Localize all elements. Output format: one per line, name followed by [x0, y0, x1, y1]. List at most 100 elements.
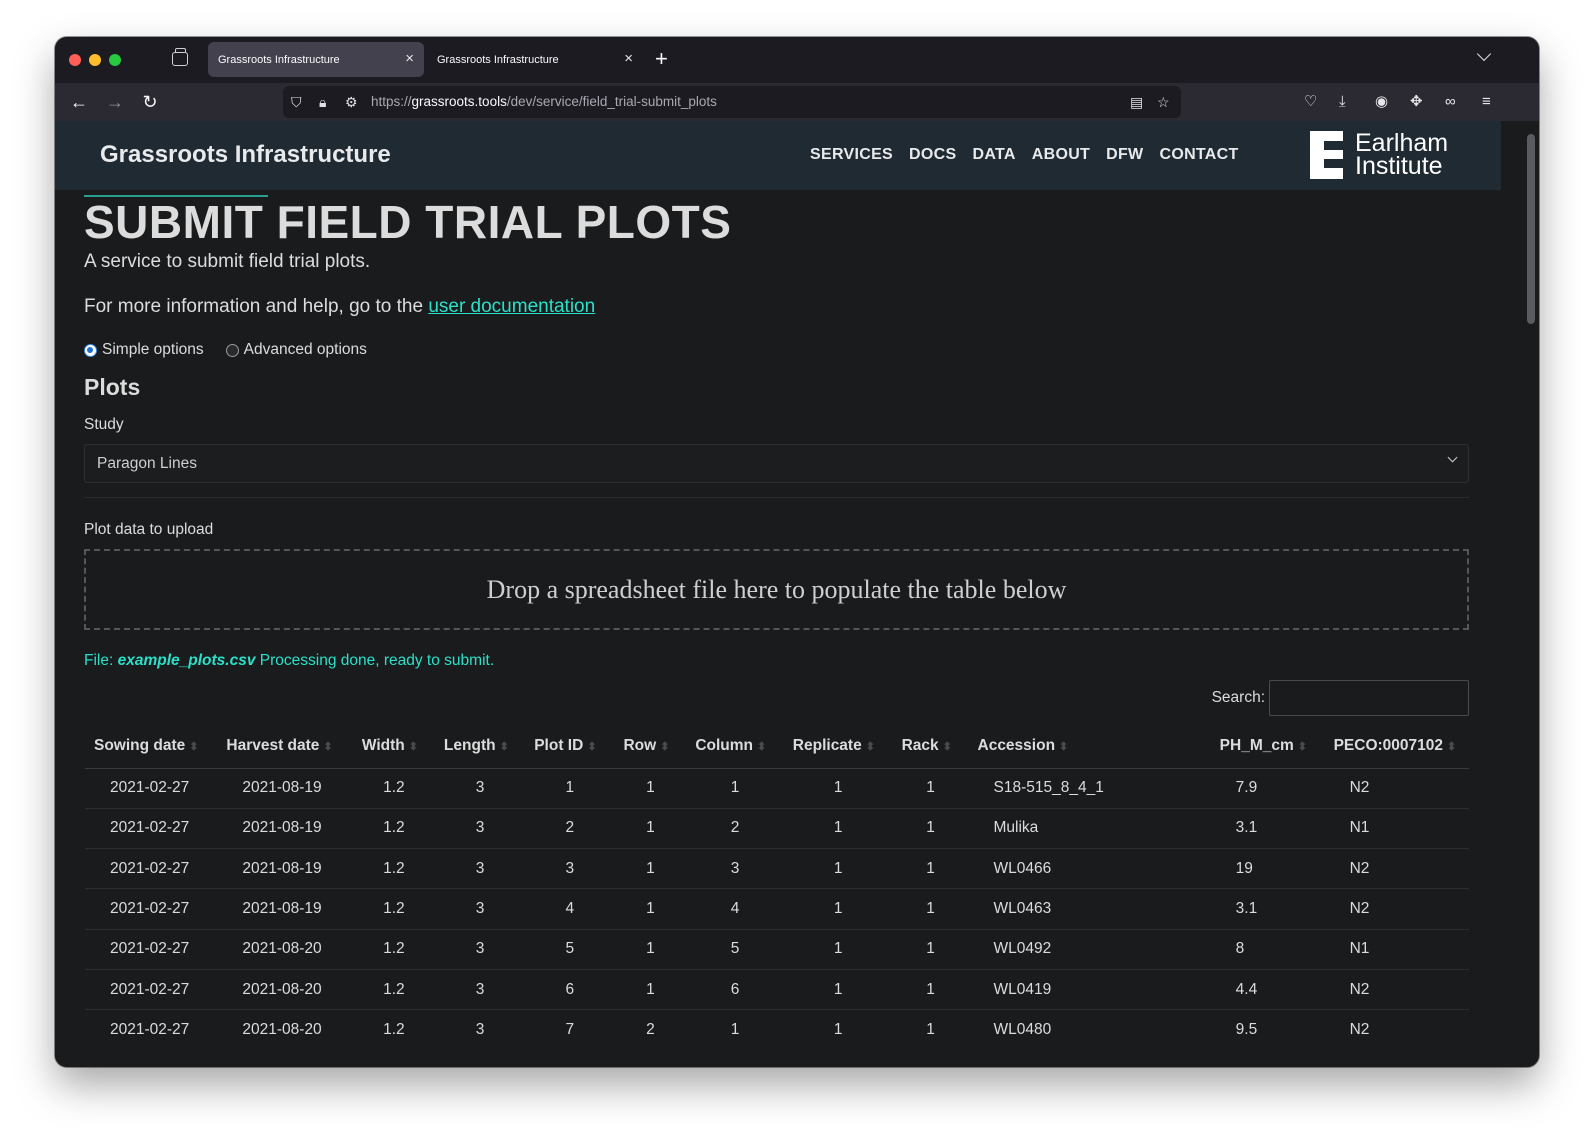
menu-icon[interactable]: ≡: [1482, 92, 1491, 112]
close-tab-icon[interactable]: ×: [405, 50, 414, 68]
column-header[interactable]: PH_M_cm ⬍: [1210, 724, 1325, 769]
column-header[interactable]: Replicate ⬍: [783, 724, 893, 769]
chevron-down-icon[interactable]: [1476, 46, 1492, 62]
sort-arrows-icon[interactable]: ⬍: [866, 741, 875, 753]
simple-options-radio[interactable]: Simple options: [84, 341, 204, 359]
column-header[interactable]: Rack ⬍: [892, 724, 969, 769]
forward-arrow-icon[interactable]: →: [102, 89, 128, 115]
bookmark-star-icon[interactable]: ☆: [1157, 93, 1170, 111]
nav-services[interactable]: SERVICES: [810, 146, 893, 164]
column-header-label: Sowing date: [94, 736, 186, 754]
table-cell: WL0466: [968, 848, 1211, 889]
close-tab-icon[interactable]: ×: [624, 50, 633, 68]
tab-strip: Grassroots Infrastructure × Grassroots I…: [55, 37, 1539, 83]
sort-arrows-icon[interactable]: ⬍: [189, 741, 198, 753]
tab-overview-icon[interactable]: [172, 48, 188, 66]
sort-arrows-icon[interactable]: ⬍: [1447, 741, 1456, 753]
table-cell: 2021-08-20: [217, 968, 353, 1010]
column-header[interactable]: Row ⬍: [614, 724, 687, 769]
column-header[interactable]: Accession ⬍: [968, 724, 1211, 769]
table-row[interactable]: 2021-02-27 2021-08-19 1.2 3 4 1 4 1 1 WL0463 3.1 N2: [85, 888, 1469, 930]
shield-icon[interactable]: ⛉: [291, 93, 302, 111]
sort-arrows-icon[interactable]: ⬍: [409, 741, 418, 753]
table-cell: WL0419: [968, 968, 1211, 1010]
table-row[interactable]: 2021-02-27 2021-08-20 1.2 3 7 2 1 1 1 WL0480 9.5 N2: [85, 1009, 1469, 1051]
column-header[interactable]: PECO:0007102 ⬍: [1324, 724, 1469, 769]
sort-arrows-icon[interactable]: ⬍: [587, 741, 596, 753]
sort-arrows-icon[interactable]: ⬍: [757, 741, 766, 753]
url-text[interactable]: https://grassroots.tools/dev/service/fie…: [371, 94, 717, 109]
user-documentation-link[interactable]: user documentation: [428, 296, 595, 317]
table-cell: 2021-08-20: [217, 928, 353, 970]
table-cell: 1: [783, 1009, 893, 1051]
table-cell: 3: [686, 848, 784, 889]
download-icon[interactable]: ⤓: [1339, 92, 1346, 112]
nav-about[interactable]: ABOUT: [1032, 146, 1090, 164]
table-cell: 3: [434, 928, 526, 970]
column-header-label: Rack: [901, 736, 939, 754]
reader-view-icon[interactable]: ▤: [1130, 93, 1143, 111]
nav-data[interactable]: DATA: [972, 146, 1015, 164]
table-cell: 1.2: [352, 807, 435, 849]
column-header[interactable]: Column ⬍: [686, 724, 784, 769]
zoom-window-button[interactable]: [109, 54, 121, 66]
site-title[interactable]: Grassroots Infrastructure: [100, 141, 391, 169]
permissions-icon[interactable]: ⚙: [345, 93, 358, 111]
table-cell: 1: [892, 848, 969, 889]
reload-icon[interactable]: ↻: [137, 89, 163, 115]
file-dropzone[interactable]: Drop a spreadsheet file here to populate…: [84, 549, 1469, 630]
table-row[interactable]: 2021-02-27 2021-08-19 1.2 3 3 1 3 1 1 WL0466 19 N2: [85, 848, 1469, 889]
table-row[interactable]: 2021-02-27 2021-08-19 1.2 3 1 1 1 1 1 S18-515_8_4…: [85, 768, 1469, 808]
table-row[interactable]: 2021-02-27 2021-08-20 1.2 3 5 1 5 1 1 WL0492 8 N1: [85, 928, 1469, 970]
table-cell: 1: [892, 888, 969, 930]
url-bar[interactable]: ⛉ 🔒︎ ⚙ https://grassroots.tools/dev/serv…: [283, 86, 1181, 118]
account-icon[interactable]: ◉: [1375, 92, 1388, 112]
extension-glasses-icon[interactable]: ∞: [1445, 92, 1456, 112]
column-header[interactable]: Length ⬍: [434, 724, 526, 769]
sort-arrows-icon[interactable]: ⬍: [660, 741, 669, 753]
back-arrow-icon[interactable]: ←: [66, 89, 92, 115]
table-cell: 1.2: [352, 928, 435, 970]
table-cell: 3: [434, 1009, 526, 1051]
column-header[interactable]: Width ⬍: [352, 724, 435, 769]
minimize-window-button[interactable]: [89, 54, 101, 66]
nav-docs[interactable]: DOCS: [909, 146, 956, 164]
radio-unselected-icon[interactable]: [225, 343, 239, 357]
table-cell: 2021-02-27: [110, 779, 190, 797]
sort-arrows-icon[interactable]: ⬍: [1298, 741, 1307, 753]
extensions-icon[interactable]: ✥: [1410, 92, 1423, 112]
advanced-options-radio[interactable]: Advanced options: [225, 341, 367, 359]
search-input[interactable]: [1269, 680, 1469, 716]
table-cell: 1: [783, 968, 893, 1010]
table-cell: 1: [686, 1009, 784, 1051]
pocket-icon[interactable]: ♡: [1304, 92, 1317, 112]
table-row[interactable]: 2021-02-27 2021-08-20 1.2 3 6 1 6 1 1 WL0419 4.4 N2: [85, 968, 1469, 1010]
table-cell: N2: [1324, 968, 1469, 1010]
column-header-label: Length: [443, 736, 496, 754]
column-header-label: Plot ID: [534, 736, 584, 754]
column-header[interactable]: Plot ID ⬍: [525, 724, 615, 769]
close-window-button[interactable]: [69, 54, 81, 66]
nav-contact[interactable]: CONTACT: [1159, 146, 1238, 164]
sort-arrows-icon[interactable]: ⬍: [500, 741, 509, 753]
tab-grassroots[interactable]: Grassroots Infrastructure ×: [427, 42, 643, 77]
sort-arrows-icon[interactable]: ⬍: [943, 741, 952, 753]
table-cell: 2021-08-19: [217, 807, 353, 849]
tab-grassroots-active[interactable]: Grassroots Infrastructure ×: [208, 42, 424, 77]
table-cell: 1: [892, 968, 969, 1010]
study-select[interactable]: Paragon Lines: [84, 444, 1469, 483]
sort-arrows-icon[interactable]: ⬍: [323, 741, 332, 753]
table-cell: 4: [525, 888, 615, 930]
nav-dfw[interactable]: DFW: [1106, 146, 1143, 164]
lock-icon[interactable]: 🔒︎: [319, 93, 326, 111]
new-tab-icon[interactable]: +: [655, 45, 668, 73]
earlham-institute-logo[interactable]: Earlham Institute: [1310, 131, 1448, 179]
radio-selected-icon[interactable]: [84, 343, 97, 357]
column-header[interactable]: Harvest date ⬍: [217, 724, 353, 769]
table-cell: 3: [434, 888, 526, 930]
column-header[interactable]: Sowing date ⬍: [85, 724, 218, 769]
table-row[interactable]: 2021-02-27 2021-08-19 1.2 3 2 1 2 1 1 Mulika 3.1 N1: [85, 807, 1469, 849]
scrollbar-thumb[interactable]: [1527, 134, 1535, 324]
earlham-logo-mark: [1310, 131, 1343, 179]
sort-arrows-icon[interactable]: ⬍: [1059, 741, 1068, 753]
